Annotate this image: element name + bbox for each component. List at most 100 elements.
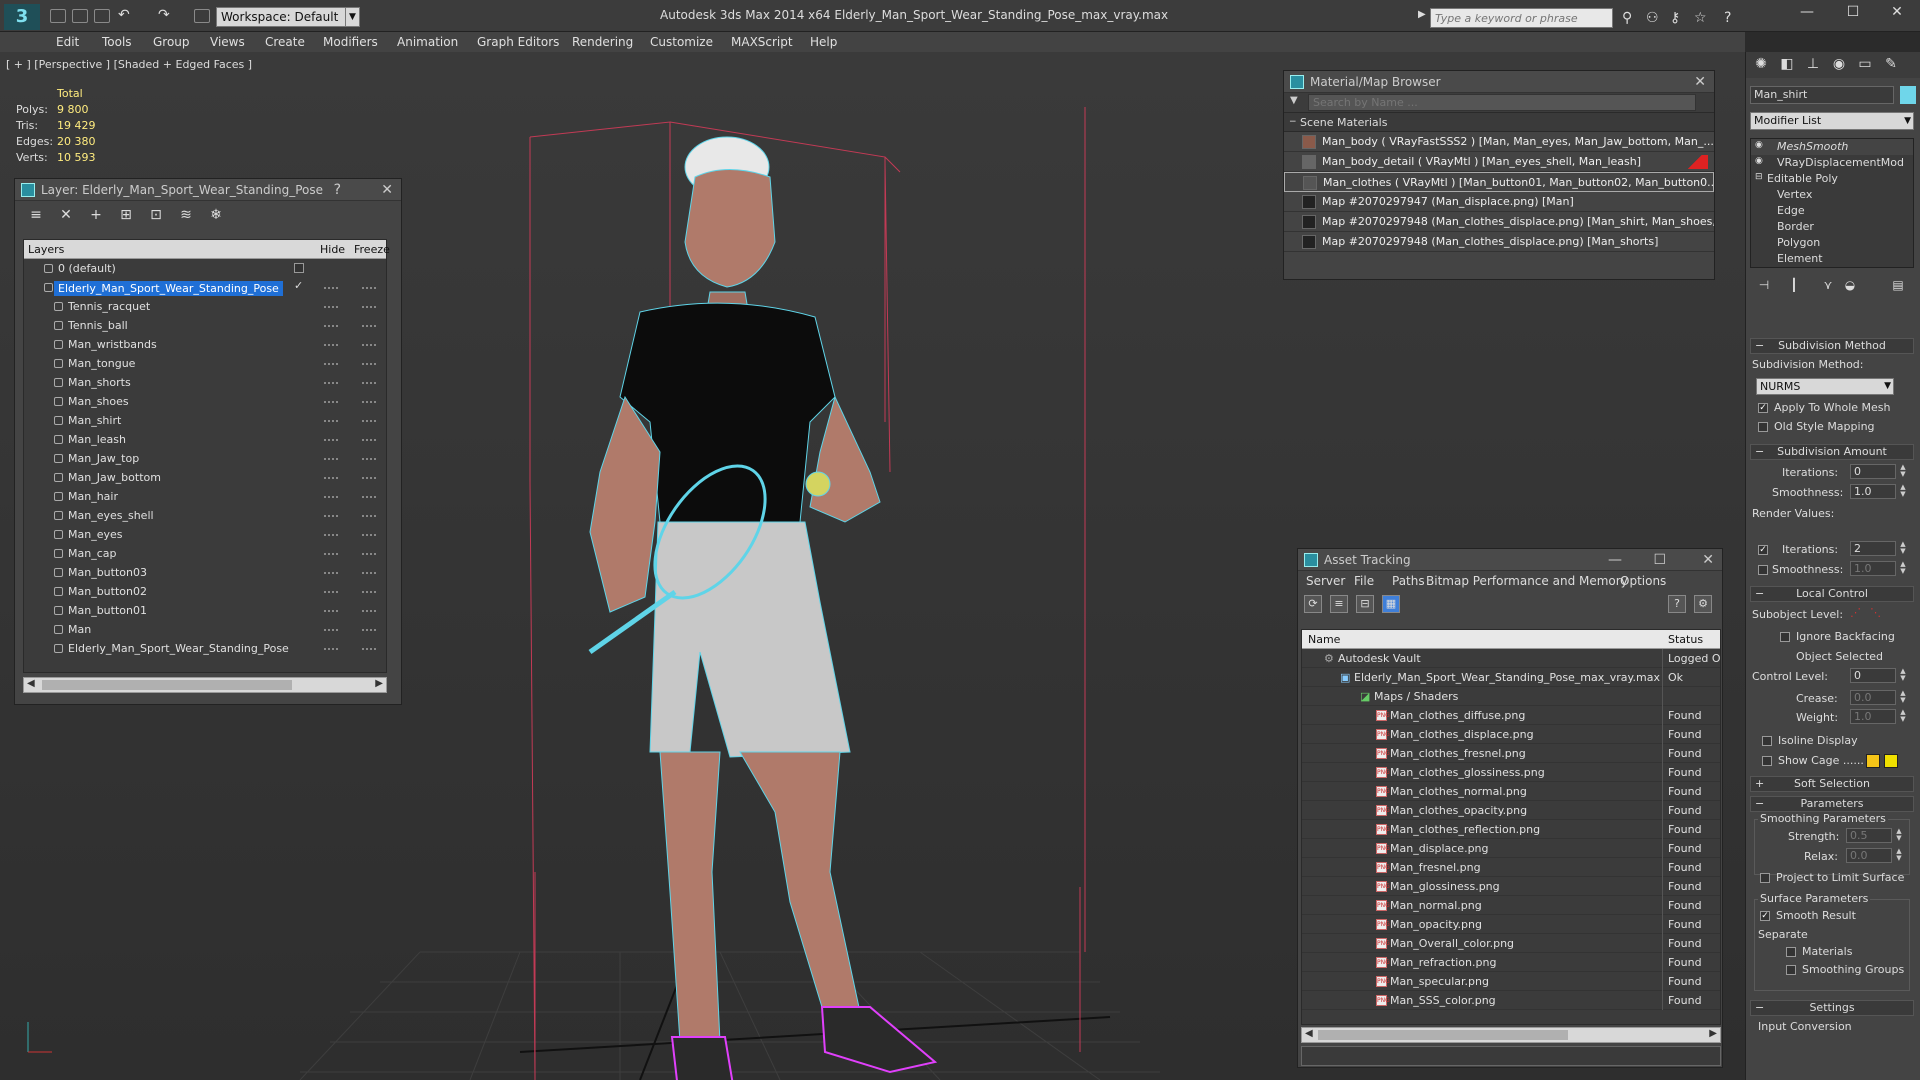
rollout-parameters[interactable]: − Parameters: [1750, 796, 1914, 812]
freeze-toggle[interactable]: [362, 515, 376, 517]
freeze-toggle[interactable]: [362, 363, 376, 365]
redo-icon[interactable]: ↷: [158, 7, 170, 23]
communication-center-icon[interactable]: ⚇: [1646, 10, 1659, 26]
show-end-result-icon[interactable]: ┃: [1786, 278, 1802, 294]
key-icon[interactable]: ⚷: [1670, 10, 1680, 26]
old-style-mapping-checkbox[interactable]: [1758, 422, 1768, 432]
hide-toggle[interactable]: [324, 496, 338, 498]
asset-row-maps-group[interactable]: ◪ Maps / Shaders: [1302, 687, 1720, 706]
freeze-toggle[interactable]: [362, 477, 376, 479]
layer-object-row[interactable]: Tennis_racquet: [24, 297, 386, 316]
asset-row-map[interactable]: PNG Man_fresnel.png Found: [1302, 858, 1720, 877]
new-layer-icon[interactable]: ≡: [27, 206, 45, 224]
freeze-toggle[interactable]: [362, 610, 376, 612]
expand-search-icon[interactable]: ▶: [1418, 9, 1426, 20]
asset-row-map[interactable]: PNG Man_clothes_opacity.png Found: [1302, 801, 1720, 820]
maximize-icon[interactable]: ☐: [1653, 549, 1666, 571]
display-tab-icon[interactable]: ▭: [1854, 56, 1876, 74]
hide-toggle[interactable]: [324, 420, 338, 422]
create-tab-icon[interactable]: ✺: [1750, 56, 1772, 74]
apply-whole-mesh-checkbox[interactable]: ✓: [1758, 403, 1768, 413]
stack-item-meshsmooth[interactable]: ◉ MeshSmooth: [1751, 139, 1913, 155]
table-view-icon[interactable]: ▦: [1382, 595, 1400, 613]
hide-toggle[interactable]: [324, 629, 338, 631]
add-to-layer-icon[interactable]: +: [87, 206, 105, 224]
stack-item-vertex[interactable]: Vertex: [1751, 187, 1913, 203]
hide-toggle[interactable]: [324, 325, 338, 327]
layer-object-row[interactable]: Man_hair: [24, 487, 386, 506]
col-name[interactable]: Name: [1308, 633, 1340, 646]
freeze-toggle[interactable]: [362, 534, 376, 536]
map-item[interactable]: Map #2070297947 (Man_displace.png) [Man]: [1284, 192, 1714, 212]
ignore-backfacing-checkbox[interactable]: [1780, 632, 1790, 642]
asset-row-map[interactable]: PNG Man_clothes_fresnel.png Found: [1302, 744, 1720, 763]
show-cage-checkbox[interactable]: [1762, 756, 1772, 766]
col-freeze[interactable]: Freeze: [354, 243, 390, 256]
layer-object-row[interactable]: Man_eyes_shell: [24, 506, 386, 525]
freeze-toggle[interactable]: [362, 553, 376, 555]
utilities-tab-icon[interactable]: ✎: [1880, 56, 1902, 74]
crease-spinner[interactable]: 0.0: [1850, 690, 1896, 705]
stack-item-polygon[interactable]: Polygon: [1751, 235, 1913, 251]
help-icon[interactable]: ?: [334, 179, 341, 201]
menu-group[interactable]: Group: [153, 35, 190, 49]
vertex-level-icon[interactable]: ⋰: [1850, 606, 1861, 619]
weight-spinner[interactable]: 1.0: [1850, 709, 1896, 724]
maximize-icon[interactable]: ☐: [1838, 4, 1868, 20]
make-unique-icon[interactable]: ⋎: [1820, 278, 1836, 294]
asset-row-map[interactable]: PNG Man_SSS_color.png Found: [1302, 991, 1720, 1010]
asset-row-max-file[interactable]: ▣ Elderly_Man_Sport_Wear_Standing_Pose_m…: [1302, 668, 1720, 687]
material-browser-title-bar[interactable]: Material/Map Browser ✕: [1284, 71, 1714, 93]
asset-row-map[interactable]: PNG Man_normal.png Found: [1302, 896, 1720, 915]
stack-item-vraydisplacement[interactable]: ◉ VRayDisplacementMod: [1751, 155, 1913, 171]
cage-color-swatch-2[interactable]: [1884, 754, 1898, 768]
lightbulb-icon[interactable]: ◉: [1755, 140, 1763, 150]
hide-toggle[interactable]: [324, 553, 338, 555]
spinner-arrows-icon[interactable]: ▲ ▼: [1898, 484, 1908, 499]
freeze-all-icon[interactable]: ❄: [207, 206, 225, 224]
hide-toggle[interactable]: [324, 344, 338, 346]
menu-rendering[interactable]: Rendering: [572, 35, 633, 49]
control-level-spinner[interactable]: 0: [1850, 668, 1896, 683]
menu-edit[interactable]: Edit: [56, 35, 79, 49]
pin-stack-icon[interactable]: ⊣: [1756, 278, 1772, 294]
freeze-toggle[interactable]: [362, 420, 376, 422]
render-smoothness-spinner[interactable]: 1.0: [1850, 561, 1896, 576]
asset-row-map[interactable]: PNG Man_specular.png Found: [1302, 972, 1720, 991]
project-folder-icon[interactable]: [194, 9, 210, 23]
spinner-arrows-icon[interactable]: ▲ ▼: [1898, 709, 1908, 724]
scroll-right-icon[interactable]: ▶: [375, 678, 383, 689]
settings-icon[interactable]: ⚙: [1694, 595, 1712, 613]
layer-object-row[interactable]: Man_button02: [24, 582, 386, 601]
material-item[interactable]: Man_clothes ( VRayMtl ) [Man_button01, M…: [1284, 172, 1714, 192]
binoculars-icon[interactable]: ⚲: [1622, 10, 1632, 26]
spinner-arrows-icon[interactable]: ▲ ▼: [1894, 828, 1904, 843]
refresh-icon[interactable]: ⟳: [1304, 595, 1322, 613]
asset-row-map[interactable]: PNG Man_clothes_displace.png Found: [1302, 725, 1720, 744]
layer-object-row[interactable]: Elderly_Man_Sport_Wear_Standing_Pose: [24, 639, 386, 658]
hide-toggle[interactable]: [324, 439, 338, 441]
asset-row-map[interactable]: PNG Man_refraction.png Found: [1302, 953, 1720, 972]
hide-toggle[interactable]: [324, 477, 338, 479]
material-item[interactable]: Man_body_detail ( VRayMtl ) [Man_eyes_sh…: [1284, 152, 1714, 172]
layer-row-default[interactable]: 0 (default): [24, 259, 386, 278]
spinner-arrows-icon[interactable]: ▲ ▼: [1898, 668, 1908, 683]
help-icon[interactable]: ?: [1668, 595, 1686, 613]
material-search-input[interactable]: [1308, 94, 1696, 111]
layer-object-row[interactable]: Man_Jaw_bottom: [24, 468, 386, 487]
menu-file[interactable]: File: [1354, 574, 1374, 588]
layer-object-row[interactable]: Man_tongue: [24, 354, 386, 373]
asset-horizontal-scrollbar[interactable]: ◀ ▶: [1301, 1027, 1721, 1043]
menu-options[interactable]: Options: [1620, 574, 1666, 588]
menu-customize[interactable]: Customize: [650, 35, 713, 49]
freeze-toggle[interactable]: [362, 629, 376, 631]
hide-toggle[interactable]: [324, 572, 338, 574]
smoothness-spinner[interactable]: 1.0: [1850, 484, 1896, 499]
delete-layer-icon[interactable]: ✕: [57, 206, 75, 224]
scroll-right-icon[interactable]: ▶: [1709, 1028, 1717, 1039]
layer-object-row[interactable]: Man_leash: [24, 430, 386, 449]
minimize-icon[interactable]: —: [1792, 4, 1822, 20]
hide-toggle[interactable]: [324, 458, 338, 460]
layer-panel-title-bar[interactable]: Layer: Elderly_Man_Sport_Wear_Standing_P…: [15, 179, 401, 201]
project-limit-surface-checkbox[interactable]: [1760, 873, 1770, 883]
